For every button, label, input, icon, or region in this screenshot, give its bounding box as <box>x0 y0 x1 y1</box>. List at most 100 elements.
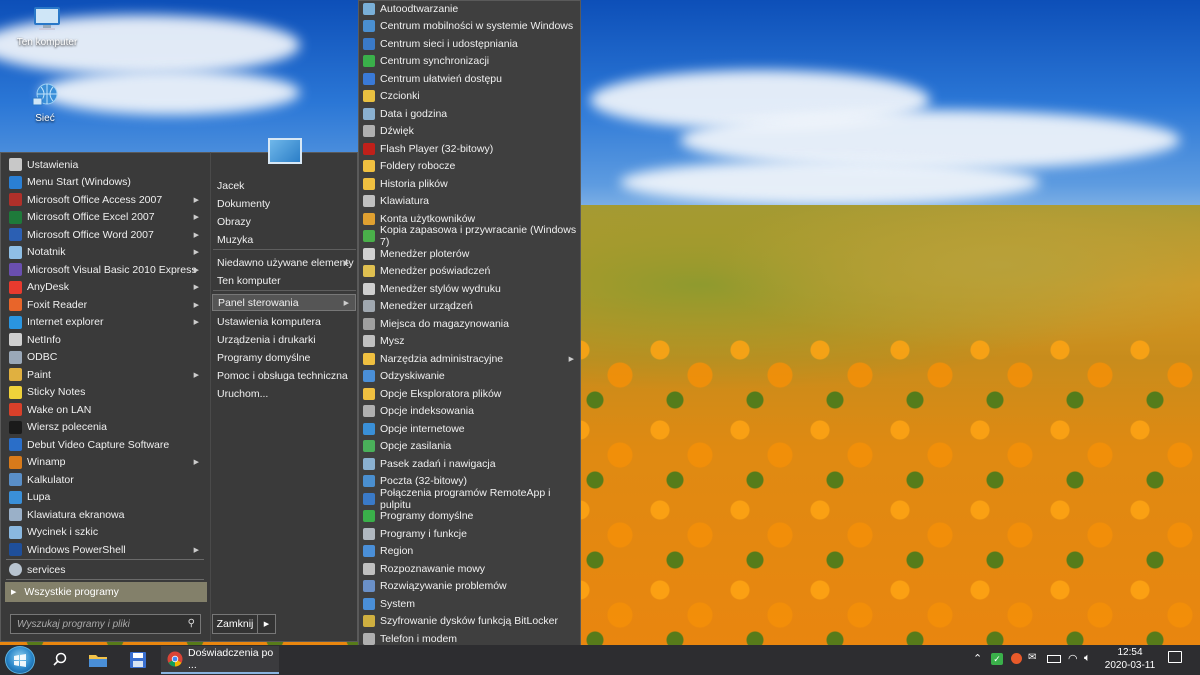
start-places-item[interactable]: Muzyka <box>217 231 355 248</box>
program-label: Microsoft Visual Basic 2010 Express <box>27 263 197 276</box>
program-item[interactable]: Microsoft Office Excel 2007 ▶ <box>5 209 205 227</box>
control-panel-item[interactable]: Centrum ułatwień dostępu <box>360 70 579 88</box>
control-panel-item[interactable]: Narzędzia administracyjne ▶ <box>360 350 579 368</box>
program-item[interactable]: Lupa <box>5 489 205 507</box>
start-places-item[interactable]: Jacek <box>217 177 355 194</box>
mail-tray-icon[interactable]: ✉ <box>1028 652 1036 663</box>
start-places-item[interactable]: Niedawno używane elementy ▶ <box>217 254 355 271</box>
control-panel-item[interactable]: Autoodtwarzanie <box>360 0 579 18</box>
shutdown-options-button[interactable]: ▶ <box>258 614 276 634</box>
taskbar-file-explorer[interactable] <box>80 646 116 674</box>
control-panel-item[interactable]: Opcje internetowe <box>360 420 579 438</box>
shutdown-button[interactable]: Zamknij <box>212 614 258 634</box>
program-item[interactable]: Wycinek i szkic <box>5 524 205 542</box>
desktop-icon-network[interactable]: Sieć <box>10 82 80 124</box>
program-item[interactable]: Winamp ▶ <box>5 454 205 472</box>
start-places-item[interactable]: Pomoc i obsługa techniczna <box>217 367 355 384</box>
start-button[interactable] <box>5 646 35 674</box>
desktop-icon-this-pc[interactable]: Ten komputer <box>12 6 82 48</box>
pinned-program-services[interactable]: services <box>5 561 205 579</box>
control-panel-item[interactable]: Centrum sieci i udostępniania <box>360 35 579 53</box>
control-panel-item[interactable]: Miejsca do magazynowania <box>360 315 579 333</box>
program-item[interactable]: Kalkulator <box>5 471 205 489</box>
control-panel-label: Menedżer poświadczeń <box>380 265 491 278</box>
volume-icon[interactable]: 🔈︎ <box>1084 652 1091 665</box>
control-panel-item[interactable]: Kopia zapasowa i przywracanie (Windows 7… <box>360 224 579 248</box>
taskbar-chrome-window[interactable]: Doświadczenia po ... <box>161 646 279 674</box>
taskbar-clock[interactable]: 12:54 2020-03-11 <box>1100 646 1160 672</box>
start-places-item[interactable]: Panel sterowania ▶ <box>212 294 356 311</box>
start-places-item[interactable]: Uruchom... <box>217 385 355 402</box>
program-item[interactable]: NetInfo <box>5 331 205 349</box>
control-panel-item[interactable]: Data i godzina <box>360 105 579 123</box>
start-places-item[interactable]: Obrazy <box>217 213 355 230</box>
app-tray-icon[interactable] <box>1011 653 1022 664</box>
control-panel-item[interactable]: Rozpoznawanie mowy <box>360 560 579 578</box>
program-item[interactable]: Debut Video Capture Software <box>5 436 205 454</box>
wifi-icon[interactable]: ◠ <box>1068 652 1078 665</box>
program-item[interactable]: Windows PowerShell ▶ <box>5 541 205 559</box>
security-check-icon[interactable]: ✓ <box>991 653 1003 665</box>
separator <box>213 290 356 291</box>
program-item[interactable]: Wiersz polecenia <box>5 419 205 437</box>
control-panel-item[interactable]: Menedżer stylów wydruku <box>360 280 579 298</box>
program-item[interactable]: Internet explorer ▶ <box>5 314 205 332</box>
program-item[interactable]: Sticky Notes <box>5 384 205 402</box>
word-icon <box>9 228 22 242</box>
control-panel-item[interactable]: Menedżer poświadczeń <box>360 263 579 281</box>
control-panel-label: Opcje zasilania <box>380 440 452 453</box>
control-panel-item[interactable]: Programy domyślne <box>360 508 579 526</box>
program-item[interactable]: ODBC <box>5 349 205 367</box>
control-panel-item[interactable]: Centrum synchronizacji <box>360 53 579 71</box>
program-item[interactable]: Klawiatura ekranowa <box>5 506 205 524</box>
control-panel-item[interactable]: Połączenia programów RemoteApp i pulpitu <box>360 487 579 511</box>
start-places-item[interactable]: Programy domyślne <box>217 349 355 366</box>
control-panel-item[interactable]: Rozwiązywanie problemów <box>360 578 579 596</box>
control-panel-item[interactable]: Dźwięk <box>360 123 579 141</box>
control-panel-item[interactable]: Opcje zasilania <box>360 438 579 456</box>
search-input[interactable]: Wyszukaj programy i pliki ⚲ <box>10 614 201 634</box>
control-panel-item[interactable]: Czcionki <box>360 88 579 106</box>
user-avatar[interactable] <box>268 138 302 164</box>
taskbar-save-app[interactable] <box>120 646 156 674</box>
control-panel-item[interactable]: System <box>360 595 579 613</box>
program-item[interactable]: Microsoft Office Access 2007 ▶ <box>5 191 205 209</box>
program-item[interactable]: Microsoft Office Word 2007 ▶ <box>5 226 205 244</box>
program-item[interactable]: Ustawienia <box>5 156 205 174</box>
control-panel-item[interactable]: Foldery robocze <box>360 158 579 176</box>
program-item[interactable]: Wake on LAN <box>5 401 205 419</box>
program-item[interactable]: Paint ▶ <box>5 366 205 384</box>
default-programs-icon <box>363 510 375 523</box>
program-item[interactable]: Notatnik ▶ <box>5 244 205 262</box>
program-item[interactable]: Microsoft Visual Basic 2010 Express ▶ <box>5 261 205 279</box>
control-panel-item[interactable]: Mysz <box>360 333 579 351</box>
control-panel-item[interactable]: Pasek zadań i nawigacja <box>360 455 579 473</box>
program-item[interactable]: Foxit Reader ▶ <box>5 296 205 314</box>
control-panel-item[interactable]: Region <box>360 543 579 561</box>
program-item[interactable]: AnyDesk ▶ <box>5 279 205 297</box>
taskbar-search-button[interactable] <box>42 646 78 674</box>
start-places-item[interactable]: Dokumenty <box>217 195 355 212</box>
control-panel-item[interactable]: Szyfrowanie dysków funkcją BitLocker <box>360 613 579 631</box>
control-panel-item[interactable]: Opcje indeksowania <box>360 403 579 421</box>
start-places-item[interactable]: Ustawienia komputera <box>217 313 355 330</box>
control-panel-label: Narzędzia administracyjne <box>380 352 504 365</box>
control-panel-item[interactable]: Flash Player (32-bitowy) <box>360 140 579 158</box>
date-time-icon <box>363 107 375 120</box>
program-item[interactable]: Menu Start (Windows) <box>5 174 205 192</box>
control-panel-item[interactable]: Klawiatura <box>360 193 579 211</box>
notification-icon[interactable] <box>1168 651 1182 663</box>
control-panel-item[interactable]: Menedżer urządzeń <box>360 298 579 316</box>
start-places-item[interactable]: Urządzenia i drukarki <box>217 331 355 348</box>
chevron-up-icon[interactable]: ⌃ <box>973 652 982 665</box>
control-panel-item[interactable]: Menedżer ploterów <box>360 245 579 263</box>
all-programs-button[interactable]: ▶ Wszystkie programy <box>5 582 207 602</box>
control-panel-item[interactable]: Opcje Eksploratora plików <box>360 385 579 403</box>
start-places-item[interactable]: Ten komputer <box>217 272 355 289</box>
battery-icon[interactable] <box>1047 655 1061 663</box>
control-panel-label: Centrum mobilności w systemie Windows <box>380 20 574 33</box>
control-panel-item[interactable]: Odzyskiwanie <box>360 368 579 386</box>
control-panel-item[interactable]: Programy i funkcje <box>360 525 579 543</box>
control-panel-item[interactable]: Centrum mobilności w systemie Windows <box>360 18 579 36</box>
control-panel-item[interactable]: Historia plików <box>360 175 579 193</box>
